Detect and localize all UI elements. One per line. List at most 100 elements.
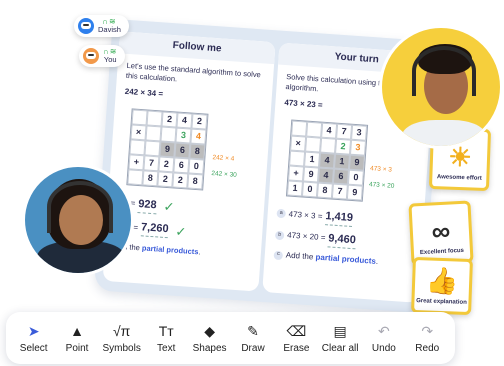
grid-cell[interactable]: 4 bbox=[317, 167, 334, 184]
grid-cell[interactable]: 7 bbox=[336, 123, 353, 140]
pen-icon: ✎ bbox=[247, 322, 259, 339]
grid-cell: 2 bbox=[172, 172, 189, 189]
clear-icon: ▤ bbox=[333, 322, 347, 339]
badge-excellent-focus: ∞ Excellent focus bbox=[408, 200, 474, 266]
instruction-text: Let's use the standard algorithm to solv… bbox=[125, 60, 262, 84]
grid-cell[interactable]: + bbox=[288, 165, 305, 182]
video-tile-girl bbox=[22, 164, 134, 276]
grid-cell[interactable]: 4 bbox=[319, 152, 336, 169]
grid-cell: 2 bbox=[161, 111, 178, 128]
grid-cell[interactable]: 2 bbox=[335, 138, 352, 155]
grid-cell[interactable] bbox=[306, 121, 323, 138]
grid-cell bbox=[145, 125, 162, 142]
text-icon: Tт bbox=[158, 322, 174, 339]
footer-text: c Add the partial products. bbox=[273, 249, 411, 269]
grid-cell[interactable]: 3 bbox=[351, 124, 368, 141]
select-button[interactable]: ➤ Select bbox=[16, 323, 52, 354]
grid-cell: 4 bbox=[190, 128, 207, 145]
text-button[interactable]: Tт Text bbox=[148, 323, 184, 354]
partial-annotation: 242 × 30 bbox=[211, 170, 237, 179]
grid-cell[interactable]: 0 bbox=[301, 181, 318, 198]
grid-cell[interactable] bbox=[289, 150, 306, 167]
grid-cell: 3 bbox=[175, 127, 192, 144]
grid-cell: 2 bbox=[191, 113, 208, 130]
thumbs-up-icon: 👍 bbox=[425, 265, 459, 297]
video-tile-boy bbox=[379, 25, 503, 149]
grid-cell: 8 bbox=[187, 173, 204, 190]
grid-cell[interactable]: 6 bbox=[332, 168, 349, 185]
grid-cell bbox=[144, 140, 161, 157]
result-row: × 4 = 928 ✓ bbox=[116, 195, 255, 222]
binoculars-icon: ∞ bbox=[430, 215, 451, 247]
grid-cell[interactable] bbox=[305, 136, 322, 153]
grid-cell[interactable]: 4 bbox=[321, 122, 338, 139]
badge-great-explanation: 👍 Great explanation bbox=[411, 256, 473, 316]
cursor-icon: ➤ bbox=[27, 322, 40, 339]
follow-me-panel: Follow me Let's use the standard algorit… bbox=[102, 31, 276, 292]
check-icon: ✓ bbox=[174, 223, 187, 240]
drawing-toolbar: ➤ Select ▲ Point √π Symbols Tт Text ◆ Sh… bbox=[6, 312, 455, 364]
grid-cell: 4 bbox=[176, 112, 193, 129]
grid-cell[interactable]: 7 bbox=[331, 183, 348, 200]
grid-cell[interactable] bbox=[291, 120, 308, 137]
draw-button[interactable]: ✎ Draw bbox=[235, 323, 271, 354]
grid-cell bbox=[127, 169, 144, 186]
check-icon: ✓ bbox=[163, 198, 175, 215]
redo-button[interactable]: ↷ Redo bbox=[409, 323, 445, 354]
shapes-button[interactable]: ◆ Shapes bbox=[192, 323, 228, 354]
robot-avatar-icon bbox=[78, 18, 94, 34]
user-pill-you: ∩≋ You bbox=[79, 45, 126, 67]
undo-button[interactable]: ↶ Undo bbox=[366, 323, 402, 354]
shapes-icon: ◆ bbox=[204, 322, 215, 339]
grid-cell bbox=[146, 110, 163, 127]
grid-cell[interactable]: 8 bbox=[316, 182, 333, 199]
grid-cell[interactable]: 9 bbox=[346, 184, 363, 201]
user-pill-davish: ∩≋ Davish bbox=[74, 15, 129, 37]
result-row: a 473 × 3 = 1,419 bbox=[276, 206, 415, 231]
grid-cell[interactable]: 0 bbox=[347, 169, 364, 186]
grid-cell[interactable]: 1 bbox=[304, 151, 321, 168]
result-value[interactable]: 9,460 bbox=[327, 231, 357, 250]
partial-annotation: 242 × 4 bbox=[212, 154, 235, 163]
grid-cell: 8 bbox=[189, 143, 206, 160]
grid-cell: 2 bbox=[158, 156, 175, 173]
grid-cell[interactable]: 3 bbox=[349, 139, 366, 156]
symbols-button[interactable]: √π Symbols bbox=[102, 323, 140, 354]
grid-cell[interactable] bbox=[320, 137, 337, 154]
grid-cell: 0 bbox=[188, 158, 205, 175]
grid-cell: 6 bbox=[173, 157, 190, 174]
robot-avatar-icon bbox=[83, 48, 99, 64]
grid-cell: 7 bbox=[143, 155, 160, 172]
result-row: × 30 = 7,260 ✓ bbox=[115, 220, 187, 240]
redo-icon: ↷ bbox=[421, 322, 434, 339]
result-value: 7,260 bbox=[140, 220, 170, 239]
grid-cell: 2 bbox=[157, 171, 174, 188]
clear-all-button[interactable]: ▤ Clear all bbox=[322, 323, 359, 354]
grid-cell bbox=[131, 109, 148, 126]
grid-cell[interactable]: 1 bbox=[333, 153, 350, 170]
result-value: 928 bbox=[137, 196, 158, 215]
grid-cell bbox=[129, 139, 146, 156]
grid-cell: × bbox=[130, 124, 147, 141]
result-value[interactable]: 1,419 bbox=[324, 209, 354, 227]
algorithm-grid: 2 4 2 × 3 4 9 6 8 + 7 2 6 0 8 2 2 8 bbox=[126, 108, 209, 191]
footer-text: Add the partial products. bbox=[113, 241, 201, 257]
grid-cell bbox=[160, 126, 177, 143]
grid-cell: 6 bbox=[174, 142, 191, 159]
grid-cell[interactable]: × bbox=[290, 135, 307, 152]
grid-cell[interactable]: 9 bbox=[348, 154, 365, 171]
point-button[interactable]: ▲ Point bbox=[59, 323, 95, 354]
grid-cell[interactable]: 1 bbox=[286, 180, 304, 197]
grid-cell: 8 bbox=[142, 170, 159, 187]
grid-cell[interactable]: 9 bbox=[303, 166, 320, 183]
result-row: b 473 × 20 = 9,460 bbox=[274, 228, 414, 253]
grid-cell: 9 bbox=[159, 141, 176, 158]
partial-annotation: 473 × 20 bbox=[368, 181, 395, 190]
partial-annotation: 473 × 3 bbox=[369, 165, 393, 174]
erase-button[interactable]: ⌫ Erase bbox=[278, 323, 314, 354]
pointer-icon: ▲ bbox=[70, 322, 84, 339]
eraser-icon: ⌫ bbox=[286, 322, 307, 339]
algorithm-grid[interactable]: 4 7 3 × 2 3 1 4 1 9 + 9 4 6 0 1 0 8 7 9 bbox=[285, 119, 369, 202]
calculation: 242 × 34 = bbox=[124, 87, 164, 99]
sqrt-pi-icon: √π bbox=[112, 322, 131, 339]
